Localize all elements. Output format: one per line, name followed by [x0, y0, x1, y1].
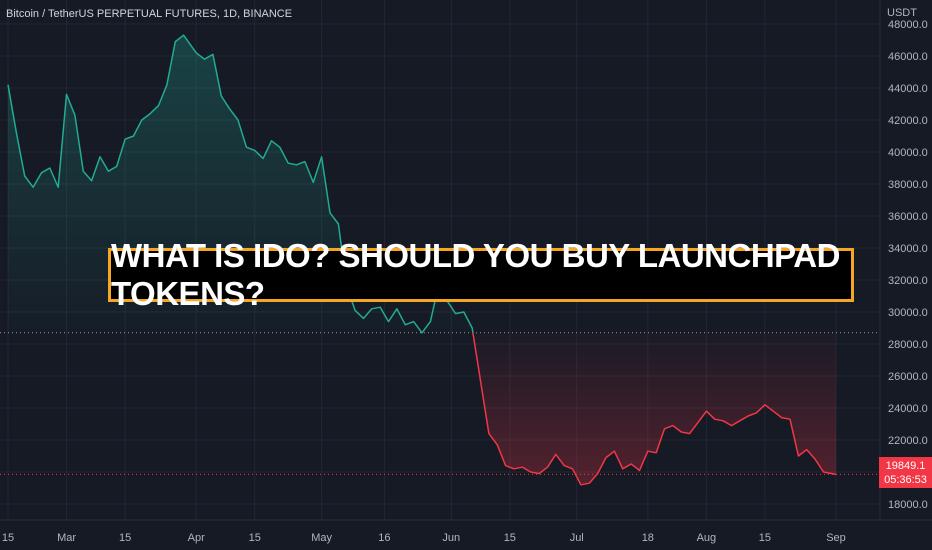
x-tick-label: 15 — [504, 532, 516, 544]
y-tick-label: 42000.0 — [888, 115, 928, 127]
y-tick-label: 46000.0 — [888, 51, 928, 63]
current-price-value: 19849.1 — [885, 460, 926, 472]
x-tick-label: Sep — [826, 532, 846, 544]
x-tick-label: Jul — [570, 532, 584, 544]
area-fill-below-baseline — [472, 332, 836, 485]
y-tick-label: 40000.0 — [888, 147, 928, 159]
y-tick-label: 34000.0 — [888, 243, 928, 255]
currency-label: USDT — [887, 7, 917, 19]
price-axis[interactable]: 18000.020000.022000.024000.026000.028000… — [888, 19, 928, 511]
y-tick-label: 48000.0 — [888, 19, 928, 31]
x-tick-label: Jun — [442, 532, 460, 544]
y-tick-label: 22000.0 — [888, 435, 928, 447]
y-tick-label: 26000.0 — [888, 371, 928, 383]
x-tick-label: Apr — [188, 532, 205, 544]
x-tick-label: 15 — [249, 532, 261, 544]
y-tick-label: 36000.0 — [888, 211, 928, 223]
x-tick-label: Mar — [57, 532, 76, 544]
y-tick-label: 32000.0 — [888, 275, 928, 287]
candle-countdown: 05:36:53 — [884, 474, 927, 486]
time-axis[interactable]: 15 Mar 15 Apr 15 May 16 Jun 15 Jul 18 Aug 15 Sep — [2, 532, 846, 544]
y-tick-label: 44000.0 — [888, 83, 928, 95]
headline-banner: WHAT IS IDO? SHOULD YOU BUY LAUNCHPAD TO… — [108, 237, 854, 312]
x-tick-label: 15 — [2, 532, 14, 544]
current-price-tag: 19849.1 05:36:53 — [879, 457, 932, 488]
x-tick-label: 16 — [378, 532, 390, 544]
y-tick-label: 30000.0 — [888, 307, 928, 319]
y-tick-label: 28000.0 — [888, 339, 928, 351]
x-tick-label: 15 — [119, 532, 131, 544]
y-tick-label: 18000.0 — [888, 499, 928, 511]
x-tick-label: Aug — [697, 532, 717, 544]
y-tick-label: 24000.0 — [888, 403, 928, 415]
symbol-label[interactable]: Bitcoin / TetherUS PERPETUAL FUTURES, 1D… — [6, 8, 292, 20]
y-tick-label: 38000.0 — [888, 179, 928, 191]
x-tick-label: 18 — [642, 532, 654, 544]
x-tick-label: 15 — [759, 532, 771, 544]
x-tick-label: May — [311, 532, 332, 544]
